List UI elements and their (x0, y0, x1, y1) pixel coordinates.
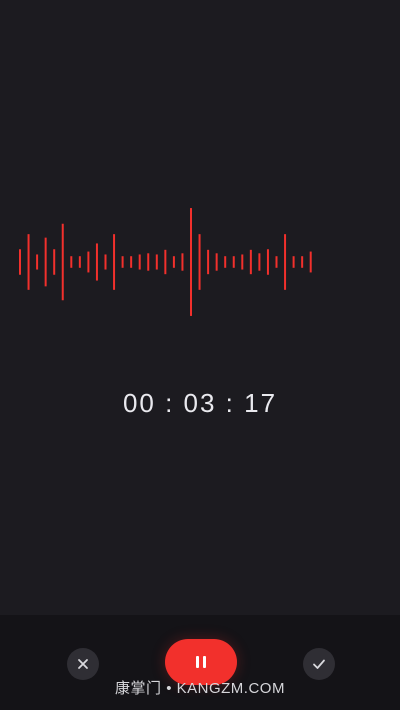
audio-waveform (19, 208, 312, 316)
control-bar: 康掌门 • KANGZM.COM (0, 615, 400, 710)
watermark-text: 康掌门 • KANGZM.COM (115, 680, 285, 697)
confirm-button[interactable] (303, 648, 335, 680)
close-icon (78, 659, 88, 669)
pause-icon (196, 656, 206, 668)
cancel-button[interactable] (67, 648, 99, 680)
recorder-screen: 00 : 03 : 17 康掌门 • KANGZM.COM (0, 0, 400, 710)
check-icon (313, 659, 325, 669)
recording-timer: 00 : 03 : 17 (122, 388, 278, 418)
